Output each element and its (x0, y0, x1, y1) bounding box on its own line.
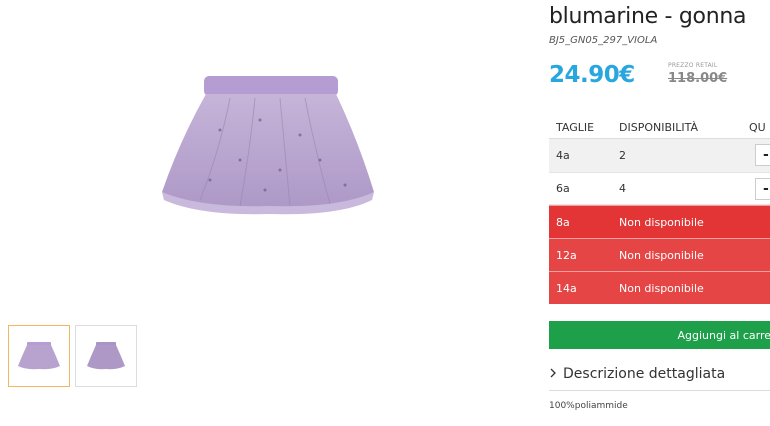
sizes-table: TAGLIE DISPONIBILITÀ QU 4a 2 - 6a 4 - 8a… (549, 116, 770, 304)
sizes-table-header: TAGLIE DISPONIBILITÀ QU (549, 116, 770, 139)
availability-value: 2 (619, 149, 626, 162)
product-code: BJ5_GN05_297_VIOLA (549, 35, 658, 46)
size-label: 8a (556, 215, 570, 229)
size-row[interactable]: 4a 2 - (549, 139, 770, 172)
product-info: blumarine - gonna BJ5_GN05_297_VIOLA 24.… (549, 0, 770, 426)
size-label: 14a (556, 281, 577, 295)
size-row-unavailable: 12a Non disponibile (549, 238, 770, 271)
retail-price-label: PREZZO RETAIL (668, 62, 718, 69)
skirt-image (162, 76, 374, 215)
availability-value: Non disponibile (619, 215, 704, 229)
thumbnail-2[interactable] (75, 325, 137, 387)
size-label: 4a (556, 149, 570, 162)
availability-value: Non disponibile (619, 248, 704, 262)
quantity-decrease-button[interactable]: - (755, 144, 770, 166)
product-price: 24.90€ (549, 62, 635, 88)
main-product-image (140, 60, 400, 260)
thumbnail-1[interactable] (8, 325, 70, 387)
size-row-unavailable: 14a Non disponibile (549, 271, 770, 304)
description-text: 100%poliammide (549, 401, 628, 411)
skirt-thumbnail-image (87, 342, 125, 370)
header-sizes: TAGLIE (556, 120, 595, 134)
divider (549, 390, 770, 391)
add-to-cart-label: Aggiungi al carre (677, 328, 770, 342)
header-availability: DISPONIBILITÀ (619, 120, 699, 134)
availability-value: Non disponibile (619, 281, 704, 295)
chevron-right-icon (549, 366, 557, 382)
description-toggle-label: Descrizione dettagliata (563, 366, 726, 382)
add-to-cart-button[interactable]: Aggiungi al carre (549, 321, 770, 349)
product-title: blumarine - gonna (549, 4, 747, 29)
description-toggle[interactable]: Descrizione dettagliata (549, 366, 725, 382)
retail-price: 118.00€ (668, 71, 728, 86)
availability-value: 4 (619, 182, 626, 195)
size-row[interactable]: 6a 4 - (549, 172, 770, 205)
quantity-decrease-button[interactable]: - (755, 178, 770, 200)
product-gallery (0, 0, 520, 426)
header-quantity: QU (749, 120, 766, 134)
size-label: 12a (556, 248, 577, 262)
size-row-unavailable: 8a Non disponibile (549, 205, 770, 238)
skirt-thumbnail-image (18, 342, 60, 370)
size-label: 6a (556, 182, 570, 195)
thumbnail-list (8, 325, 137, 387)
